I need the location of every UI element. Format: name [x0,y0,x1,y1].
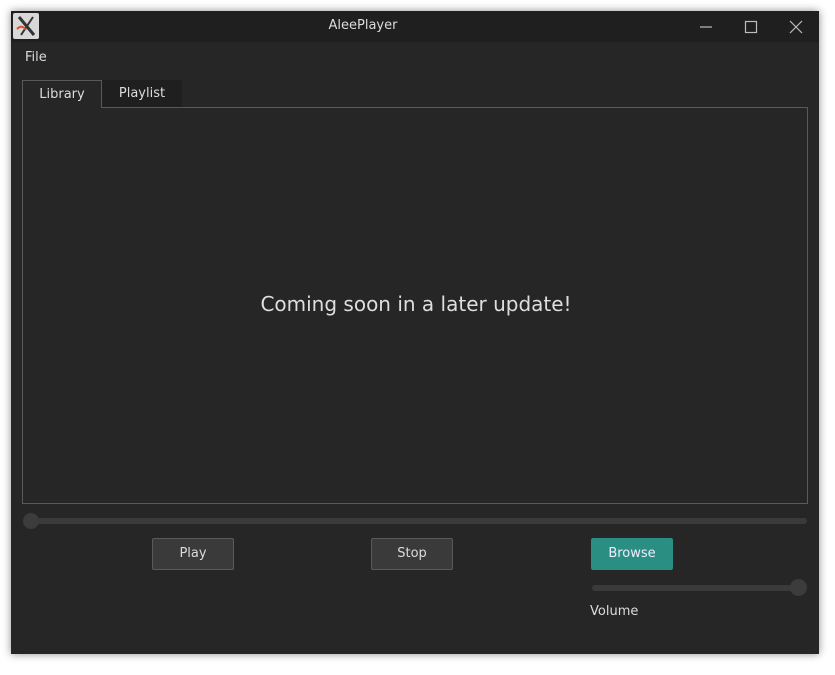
library-panel: Coming soon in a later update! [22,107,808,504]
seek-slider[interactable] [27,518,807,524]
play-button[interactable]: Play [152,538,234,570]
menu-file[interactable]: File [25,50,47,65]
stop-button[interactable]: Stop [371,538,453,570]
close-button[interactable] [774,11,818,42]
volume-slider[interactable] [592,585,802,591]
maximize-icon [744,20,758,34]
tab-library[interactable]: Library [22,80,102,108]
volume-label: Volume [590,604,639,619]
window-title: AleePlayer [328,18,398,33]
close-icon [789,20,803,34]
title-bar[interactable]: AleePlayer [11,11,819,42]
minimize-icon [700,26,712,28]
maximize-button[interactable] [729,11,773,42]
browse-button[interactable]: Browse [591,538,673,570]
seek-handle[interactable] [23,513,39,529]
volume-handle[interactable] [790,579,807,596]
minimize-button[interactable] [684,11,728,42]
app-window: AleePlayer File Library Playlist Coming … [11,11,819,654]
menu-bar: File [11,42,819,72]
tab-playlist[interactable]: Playlist [102,80,182,107]
coming-soon-message: Coming soon in a later update! [260,292,572,316]
